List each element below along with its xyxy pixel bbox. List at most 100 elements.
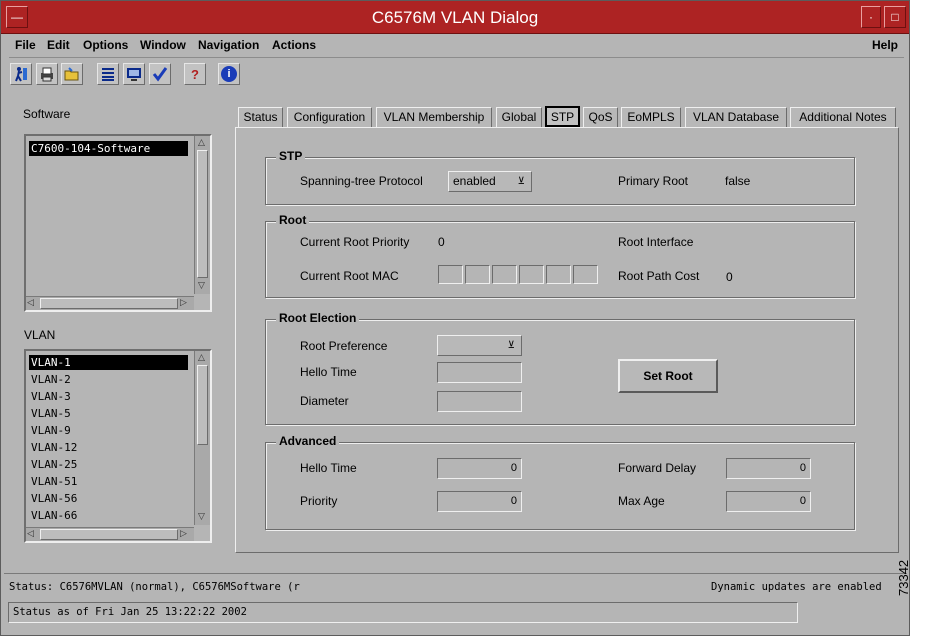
root-preference-label: Root Preference <box>300 339 388 353</box>
tab-vlan-database[interactable]: VLAN Database <box>685 107 787 127</box>
menu-file[interactable]: File <box>15 38 36 52</box>
list-item[interactable]: VLAN-12 <box>29 440 188 455</box>
set-root-button[interactable]: Set Root <box>618 359 718 393</box>
advanced-group <box>265 442 855 530</box>
tab-additional-notes[interactable]: Additional Notes <box>790 107 896 127</box>
list-item[interactable]: C7600-104-Software <box>29 141 188 156</box>
tab-qos[interactable]: QoS <box>583 107 618 127</box>
list-item[interactable]: VLAN-3 <box>29 389 188 404</box>
scroll-thumb[interactable] <box>40 298 178 309</box>
scroll-down-icon[interactable]: ▽ <box>198 511 205 522</box>
vlan-label: VLAN <box>24 328 56 342</box>
monitor-icon <box>127 68 141 81</box>
maximize-icon: □ <box>891 10 899 24</box>
advanced-hello-time-label: Hello Time <box>300 461 357 475</box>
priority-label: Priority <box>300 494 338 508</box>
window-title: C6576M VLAN Dialog <box>371 8 539 27</box>
minimize-button[interactable]: · <box>861 6 881 28</box>
spanning-tree-protocol-value: enabled <box>453 174 496 188</box>
software-horizontal-scrollbar[interactable]: ◁ ▷ <box>26 296 194 310</box>
scroll-left-icon[interactable]: ◁ <box>27 297 34 308</box>
chevron-down-icon: ⊻ <box>517 176 525 187</box>
scroll-thumb[interactable] <box>197 365 208 445</box>
scroll-left-icon[interactable]: ◁ <box>27 528 34 539</box>
advanced-hello-time-input[interactable]: 0 <box>437 458 522 479</box>
mac-octet-field <box>465 265 490 284</box>
primary-root-value: false <box>725 174 751 188</box>
menu-options[interactable]: Options <box>83 38 128 52</box>
menu-bar: File Edit Options Window Navigation Acti… <box>9 34 904 58</box>
menu-window[interactable]: Window <box>140 38 186 52</box>
menu-edit[interactable]: Edit <box>47 38 70 52</box>
maximize-button[interactable]: □ <box>884 6 906 28</box>
list-item[interactable]: VLAN-56 <box>29 491 188 506</box>
validate-button[interactable] <box>149 63 171 85</box>
stp-group-title: STP <box>276 149 306 163</box>
current-root-mac-label: Current Root MAC <box>300 269 399 283</box>
tab-status[interactable]: Status <box>238 107 283 127</box>
menu-help[interactable]: Help <box>872 38 898 52</box>
info-button[interactable]: i <box>218 63 240 85</box>
status-as-of-field: Status as of Fri Jan 25 13:22:22 2002 <box>8 602 798 623</box>
list-item[interactable]: VLAN-9 <box>29 423 188 438</box>
current-root-priority-value: 0 <box>438 235 445 249</box>
forward-delay-input[interactable]: 0 <box>726 458 811 479</box>
status-text: Status: C6576MVLAN (normal), C6576MSoftw… <box>9 581 300 593</box>
list-item[interactable]: VLAN-2 <box>29 372 188 387</box>
vlan-horizontal-scrollbar[interactable]: ◁ ▷ <box>26 527 194 541</box>
print-button[interactable] <box>36 63 58 85</box>
advanced-group-title: Advanced <box>276 434 340 448</box>
root-preference-select[interactable]: ⊻ <box>437 335 522 356</box>
list-item[interactable]: VLAN-66 <box>29 508 188 523</box>
root-group <box>265 221 855 298</box>
status-as-of-text: Status as of Fri Jan 25 13:22:22 2002 <box>13 606 247 618</box>
tab-eompls[interactable]: EoMPLS <box>621 107 681 127</box>
diameter-input[interactable] <box>437 391 522 412</box>
vlan-list[interactable]: VLAN-1 VLAN-2 VLAN-3 VLAN-5 VLAN-9 VLAN-… <box>24 349 212 543</box>
folder-open-icon <box>64 67 79 81</box>
menu-actions[interactable]: Actions <box>272 38 316 52</box>
root-group-title: Root <box>276 213 310 227</box>
vlan-dialog-window: — C6576M VLAN Dialog · □ File Edit Optio… <box>0 0 910 636</box>
scroll-down-icon[interactable]: ▽ <box>198 280 205 291</box>
scroll-thumb[interactable] <box>197 150 208 278</box>
help-question-icon: ? <box>191 66 199 82</box>
list-item[interactable]: VLAN-51 <box>29 474 188 489</box>
software-vertical-scrollbar[interactable]: △ ▽ <box>194 136 210 294</box>
list-item[interactable]: VLAN-1 <box>29 355 188 370</box>
list-view-button[interactable] <box>97 63 119 85</box>
figure-run-button[interactable] <box>10 63 32 85</box>
scroll-right-icon[interactable]: ▷ <box>180 297 187 308</box>
software-list[interactable]: C7600-104-Software △ ▽ ◁ ▷ <box>24 134 212 312</box>
info-icon: i <box>221 66 237 82</box>
open-button[interactable] <box>61 63 83 85</box>
monitor-button[interactable] <box>123 63 145 85</box>
root-election-group-title: Root Election <box>276 311 360 325</box>
scroll-up-icon[interactable]: △ <box>198 352 205 363</box>
tab-vlan-membership[interactable]: VLAN Membership <box>376 107 492 127</box>
spanning-tree-protocol-label: Spanning-tree Protocol <box>300 174 423 188</box>
max-age-label: Max Age <box>618 494 665 508</box>
help-button[interactable]: ? <box>184 63 206 85</box>
spanning-tree-protocol-select[interactable]: enabled ⊻ <box>448 171 532 192</box>
figure-number: 73342 <box>896 559 911 596</box>
priority-input[interactable]: 0 <box>437 491 522 512</box>
vlan-vertical-scrollbar[interactable]: △ ▽ <box>194 351 210 525</box>
menu-navigation[interactable]: Navigation <box>198 38 259 52</box>
mac-octet-field <box>519 265 544 284</box>
tab-global[interactable]: Global <box>496 107 542 127</box>
tab-configuration[interactable]: Configuration <box>287 107 372 127</box>
scroll-thumb[interactable] <box>40 529 178 540</box>
max-age-input[interactable]: 0 <box>726 491 811 512</box>
tab-stp[interactable]: STP <box>545 106 580 127</box>
diameter-label: Diameter <box>300 394 349 408</box>
scroll-up-icon[interactable]: △ <box>198 137 205 148</box>
title-bar[interactable]: — C6576M VLAN Dialog · □ <box>1 1 909 34</box>
forward-delay-label: Forward Delay <box>618 461 697 475</box>
list-item[interactable]: VLAN-25 <box>29 457 188 472</box>
scroll-right-icon[interactable]: ▷ <box>180 528 187 539</box>
list-item[interactable]: VLAN-5 <box>29 406 188 421</box>
root-election-hello-time-input[interactable] <box>437 362 522 383</box>
chevron-down-icon: ⊻ <box>507 340 515 351</box>
list-icon <box>102 68 114 81</box>
